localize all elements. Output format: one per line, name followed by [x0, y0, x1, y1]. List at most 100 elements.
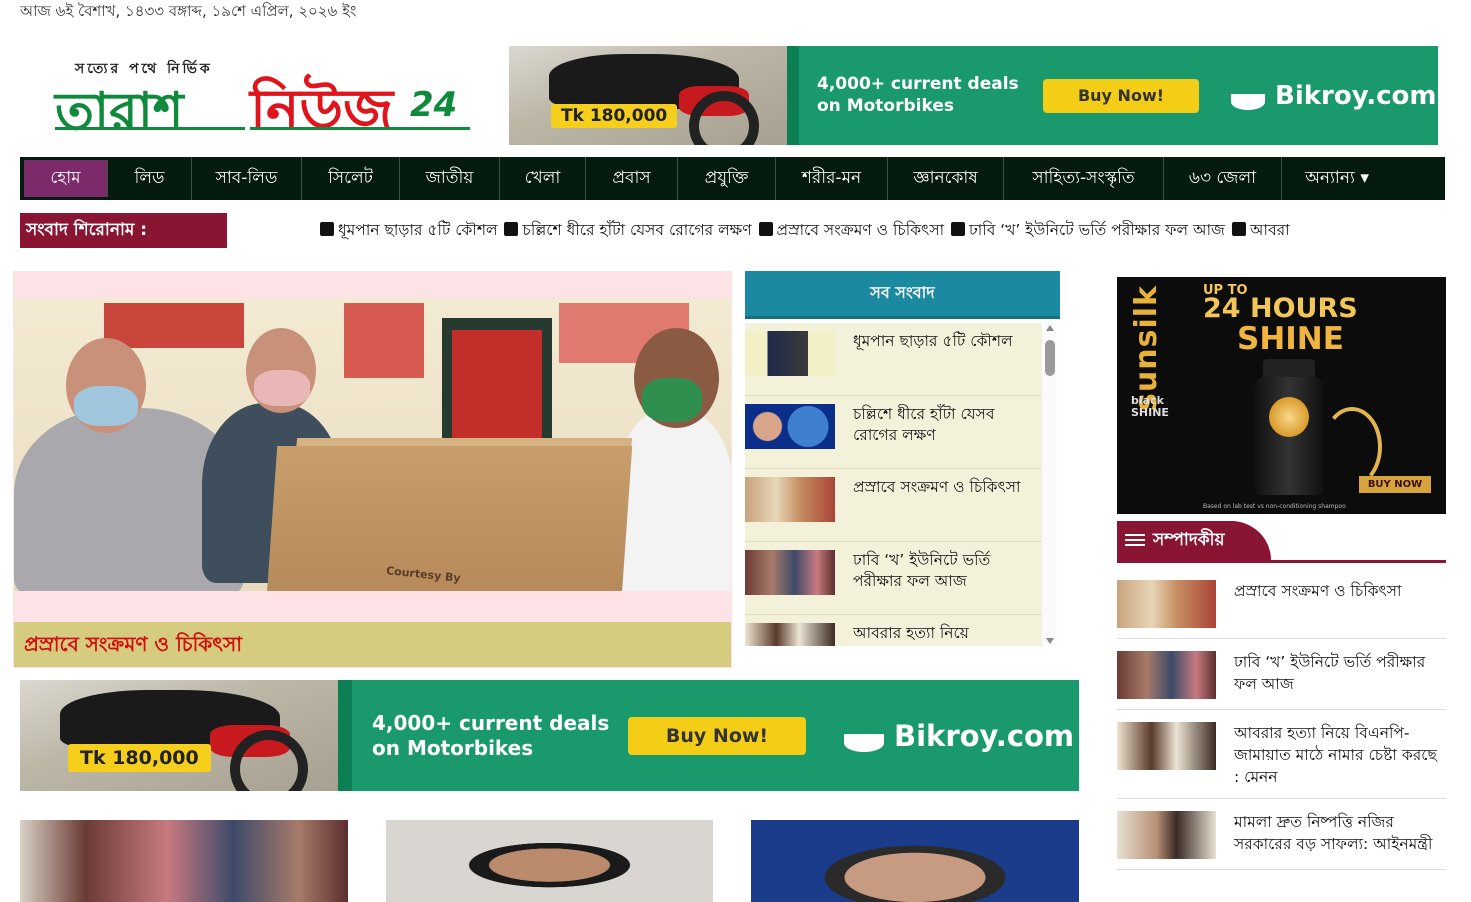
- news-card-photo[interactable]: [20, 820, 348, 902]
- news-thumbnail[interactable]: [745, 550, 835, 595]
- list-item[interactable]: মামলা দ্রুত নিষ্পত্তি নজির সরকারের বড় স…: [1117, 799, 1446, 870]
- logo-word-2: নিউজ: [250, 77, 394, 143]
- nav-item-districts[interactable]: ৬৩ জেলা: [1164, 157, 1282, 200]
- ticker-item[interactable]: চল্লিশে ধীরে হাঁটা যেসব রোগের লক্ষণ: [522, 221, 751, 239]
- news-thumbnail[interactable]: [745, 477, 835, 522]
- bullet-icon: [504, 222, 519, 236]
- news-title[interactable]: চল্লিশে ধীরে হাঁটা যেসব রোগের লক্ষণ: [853, 404, 1042, 468]
- nav-item-home[interactable]: হোম: [24, 160, 108, 197]
- all-news-header: সব সংবাদ: [745, 271, 1060, 319]
- motorbike-photo: Tk 180,000: [509, 46, 787, 145]
- news-thumbnail[interactable]: [745, 404, 835, 449]
- page: আজ ৬ই বৈশাখ, ১৪৩৩ বঙ্গাব্দ, ১৯শে এপ্রিল,…: [0, 0, 1471, 902]
- photo-person: [614, 408, 731, 591]
- list-item[interactable]: প্রস্রাবে সংক্রমণ ও চিকিৎসা: [1117, 568, 1446, 639]
- photo-mask: [254, 370, 310, 406]
- nav-item-health[interactable]: শরীর-মন: [776, 157, 888, 200]
- scroll-down-arrow-icon[interactable]: [1046, 638, 1054, 644]
- bullet-icon: [1231, 222, 1246, 236]
- bikroy-brand-text: Bikroy.com: [1275, 80, 1437, 111]
- editorial-thumbnail[interactable]: [1117, 722, 1216, 770]
- logo-underline: [55, 127, 245, 130]
- bikroy-brand: Bikroy.com: [844, 719, 1074, 753]
- list-item[interactable]: ঢাবি ‘খ’ ইউনিটে ভর্তি পরীক্ষার ফল আজ: [745, 542, 1042, 615]
- all-news-list: ধূমপান ছাড়ার ৫টি কৌশল চল্লিশে ধীরে হাঁট…: [745, 323, 1042, 646]
- list-item[interactable]: আবরার হত্যা নিয়ে: [745, 615, 1042, 646]
- news-title[interactable]: ঢাবি ‘খ’ ইউনিটে ভর্তি পরীক্ষার ফল আজ: [853, 550, 1042, 614]
- list-item[interactable]: চল্লিশে ধীরে হাঁটা যেসব রোগের লক্ষণ: [745, 396, 1042, 469]
- photo-box: [266, 446, 633, 591]
- logo-underline: [250, 127, 470, 130]
- news-card-photo[interactable]: [386, 820, 713, 902]
- sunsilk-subbrand: black SHINE: [1131, 394, 1169, 419]
- editorial-title: সম্পাদকীয়: [1153, 529, 1225, 550]
- photo-mask: [74, 386, 138, 426]
- sunsilk-logo: sunsilk: [1129, 285, 1164, 411]
- nav-item-probash[interactable]: প্রবাস: [586, 157, 678, 200]
- ticker-item[interactable]: ঢাবি ‘খ’ ইউনিটে ভর্তি পরীক্ষার ফল আজ: [969, 221, 1225, 239]
- motorbike-photo: Tk 180,000: [20, 680, 338, 791]
- sunsilk-fine-print: Based on lab test vs non-conditioning sh…: [1203, 503, 1346, 510]
- editorial-tab[interactable]: সম্পাদকীয়: [1117, 521, 1271, 560]
- nav-item-national[interactable]: জাতীয়: [400, 157, 500, 200]
- deal-line-2: on Motorbikes: [372, 735, 534, 760]
- site-logo[interactable]: সত্যের পথে নির্ভিক তারাশ নিউজ 24: [55, 55, 475, 145]
- photo-poster: [344, 303, 424, 378]
- editorial-title-text[interactable]: প্রস্রাবে সংক্রমণ ও চিকিৎসা: [1234, 580, 1402, 628]
- scroll-up-arrow-icon[interactable]: [1046, 325, 1054, 331]
- bullet-icon: [758, 222, 773, 236]
- news-title[interactable]: আবরার হত্যা নিয়ে: [853, 623, 969, 646]
- sunsilk-ad[interactable]: sunsilk black SHINE UP TO 24 HOURS SHINE…: [1117, 277, 1446, 514]
- news-thumbnail[interactable]: [745, 623, 835, 646]
- sunsilk-buy-now-button[interactable]: BUY NOW: [1359, 476, 1431, 493]
- bullet-icon: [951, 222, 966, 236]
- all-news-scrollbar[interactable]: [1043, 323, 1057, 646]
- shampoo-label: [1269, 397, 1309, 437]
- all-news-panel: সব সংবাদ ধূমপান ছাড়ার ৫টি কৌশল চল্লিশে …: [745, 271, 1060, 646]
- buy-now-button[interactable]: Buy Now!: [628, 716, 806, 755]
- nav-item-literature[interactable]: সাহিত্য-সংস্কৃতি: [1004, 157, 1164, 200]
- ticker-item[interactable]: প্রস্রাবে সংক্রমণ ও চিকিৎসা: [777, 221, 945, 239]
- editorial-title-text[interactable]: মামলা দ্রুত নিষ্পত্তি নজির সরকারের বড় স…: [1234, 811, 1446, 859]
- list-item[interactable]: আবরার হত্যা নিয়ে বিএনপি-জামায়াত মাঠে ন…: [1117, 710, 1446, 799]
- nav-item-lead[interactable]: লিড: [108, 157, 192, 200]
- sunsilk-hours: 24 HOURS: [1203, 293, 1358, 324]
- nav-item-sub-lead[interactable]: সাব-লিড: [192, 157, 302, 200]
- editorial-title-text[interactable]: ঢাবি ‘খ’ ইউনিটে ভর্তি পরীক্ষার ফল আজ: [1234, 651, 1446, 699]
- nav-item-sylhet[interactable]: সিলেট: [302, 157, 400, 200]
- editorial-title-text[interactable]: আবরার হত্যা নিয়ে বিএনপি-জামায়াত মাঠে ন…: [1234, 722, 1446, 788]
- middle-ad-banner[interactable]: Tk 180,000 4,000+ current deals on Motor…: [20, 680, 1079, 791]
- editorial-thumbnail[interactable]: [1117, 651, 1216, 699]
- buy-now-button[interactable]: Buy Now!: [1043, 78, 1199, 113]
- nav-item-others[interactable]: অন্যান্য ▾: [1282, 157, 1392, 200]
- photo-poster: [104, 303, 244, 348]
- deal-line-1: 4,000+ current deals: [817, 74, 1019, 95]
- logo-number: 24: [410, 85, 458, 125]
- editorial-thumbnail[interactable]: [1117, 811, 1216, 859]
- list-item[interactable]: ধূমপান ছাড়ার ৫টি কৌশল: [745, 323, 1042, 396]
- news-thumbnail[interactable]: [745, 331, 835, 376]
- scrollbar-thumb[interactable]: [1045, 340, 1055, 376]
- ticker-item[interactable]: আবরা: [1250, 221, 1290, 239]
- lead-story-caption[interactable]: প্রস্রাবে সংক্রমণ ও চিকিৎসা: [14, 622, 731, 667]
- lead-story[interactable]: Courtesy By প্রস্রাবে সংক্রমণ ও চিকিৎসা: [13, 271, 732, 668]
- photo-mask: [642, 378, 702, 422]
- news-title[interactable]: ধূমপান ছাড়ার ৫টি কৌশল: [853, 331, 1013, 395]
- list-icon: [1125, 533, 1145, 548]
- banner-divider: [787, 46, 799, 145]
- main-nav: হোম লিড সাব-লিড সিলেট জাতীয় খেলা প্রবাস…: [20, 157, 1445, 200]
- top-ad-banner[interactable]: Tk 180,000 4,000+ current deals on Motor…: [509, 46, 1438, 145]
- ticker-item[interactable]: ধূমপান ছাড়ার ৫টি কৌশল: [338, 221, 498, 239]
- list-item[interactable]: প্রস্রাবে সংক্রমণ ও চিকিৎসা: [745, 469, 1042, 542]
- editorial-thumbnail[interactable]: [1117, 580, 1216, 628]
- list-item[interactable]: ঢাবি ‘খ’ ইউনিটে ভর্তি পরীক্ষার ফল আজ: [1117, 639, 1446, 710]
- nav-item-technology[interactable]: প্রযুক্তি: [678, 157, 776, 200]
- deal-line-2: on Motorbikes: [817, 95, 954, 116]
- news-title[interactable]: প্রস্রাবে সংক্রমণ ও চিকিৎসা: [853, 477, 1021, 541]
- bikroy-brand: Bikroy.com: [1231, 81, 1437, 111]
- bikroy-smile-icon: [1231, 93, 1265, 110]
- nav-item-knowledge[interactable]: জ্ঞানকোষ: [888, 157, 1004, 200]
- lead-story-photo[interactable]: Courtesy By: [14, 298, 731, 591]
- news-card-photo[interactable]: [751, 820, 1079, 902]
- nav-item-sports[interactable]: খেলা: [500, 157, 586, 200]
